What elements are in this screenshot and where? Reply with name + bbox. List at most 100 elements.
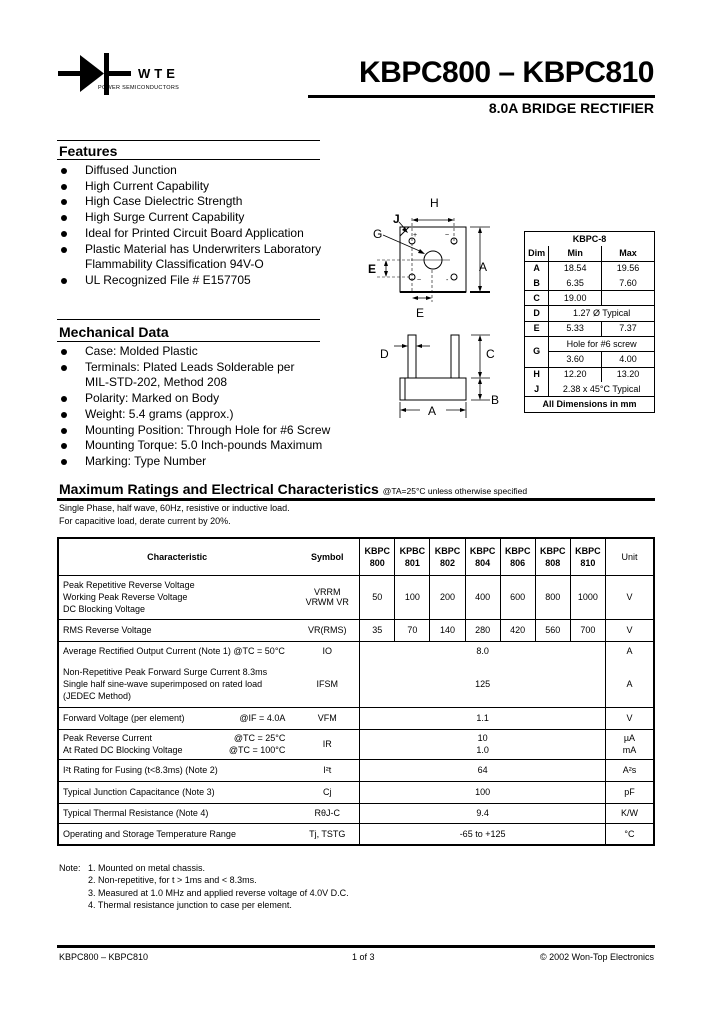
row-characteristic: Typical Junction Capacitance (Note 3) (58, 781, 296, 804)
row-value: 600 (499, 575, 536, 620)
table-row: Operating and Storage Temperature Range T… (58, 823, 654, 846)
page-subtitle: 8.0A BRIDGE RECTIFIER (488, 100, 654, 116)
row-condition: @IF = 4.0A (239, 713, 286, 723)
top-view-body (399, 226, 467, 293)
note-item: 4. Thermal resistance junction to case p… (88, 899, 292, 910)
row-symbol: IR (295, 729, 360, 760)
label-h: H (430, 196, 439, 210)
features-item: Ideal for Printed Circuit Board Applicat… (59, 226, 321, 242)
dim-max: 13.20 (601, 366, 655, 382)
dim-package: KBPC-8 (572, 233, 607, 244)
side-lead-left (407, 334, 417, 379)
row-value: 9.4 (359, 803, 606, 824)
row-value: -65 to +125 (359, 823, 606, 846)
row-value: 100 (394, 575, 430, 620)
row-symbol: IFSM (295, 661, 360, 708)
features-item: High Surge Current Capability (59, 210, 321, 226)
row-value: 800 (534, 575, 571, 620)
dim-label: J (534, 383, 540, 394)
label-b: B (491, 393, 499, 407)
row-unit: °C (604, 823, 654, 846)
row-symbol: VR(RMS) (295, 619, 360, 642)
dim-note: Hole for #6 screw (548, 336, 655, 352)
side-lead-right (450, 334, 460, 379)
table-row: I²t Rating for Fusing (t<8.3ms) (Note 2)… (58, 759, 654, 782)
row-unit: V (604, 707, 654, 730)
ratings-note-2: For capacitive load, derate current by 2… (59, 516, 231, 526)
row-value: 1.1 (359, 707, 606, 730)
mechanical-item: Polarity: Marked on Body (59, 391, 330, 407)
features-item: High Current Capability (59, 179, 321, 195)
table-row: Peak Reverse Current @TC = 25°C At Rated D… (58, 729, 654, 760)
row-value: 70 (394, 619, 430, 642)
table-row: Typical Thermal Resistance (Note 4) RθJ-C… (58, 803, 654, 824)
dim-min: 3.60 (548, 351, 602, 368)
row-condition: @TC = 25°C (233, 733, 286, 743)
footer-page-number: 1 of 3 (352, 952, 375, 962)
page-title: KBPC800 – KBPC810 (359, 56, 654, 89)
row-characteristic: Non-Repetitive Peak Forward Surge Curren… (58, 661, 296, 708)
table-row: Peak Repetitive Reverse Voltage Working P… (58, 575, 654, 620)
dim-header-max: Max (601, 246, 655, 262)
header-unit: Unit (604, 538, 654, 576)
row-symbol: RθJ-C (295, 803, 360, 824)
note-item: 3. Measured at 1.0 MHz and applied rever… (88, 887, 349, 898)
dimension-table: KBPC-8 Dim Min Max A 18.54 19.56 B 6.35 7.60 C… (524, 231, 655, 413)
dim-row: E 5.33 7.37 (524, 320, 655, 337)
dim-header-min: Min (548, 246, 602, 262)
dim-row: J 2.38 x 45°C Typical (525, 381, 655, 397)
header-part-number: KBPC 804 (464, 538, 501, 576)
row-value: 200 (429, 575, 466, 620)
row-unit: V (604, 619, 654, 642)
header-part-number: KPBC 801 (394, 538, 430, 576)
dim-label: G (524, 336, 549, 368)
dim-min: 19.00 (548, 290, 602, 306)
dim-label: B (533, 277, 540, 288)
ratings-note-1: Single Phase, half wave, 60Hz, resistive… (59, 503, 290, 513)
svg-text:+: + (413, 232, 417, 239)
dim-max: 7.37 (601, 320, 655, 337)
mechanical-item: Terminals: Plated Leads Solderable per MI… (59, 360, 330, 391)
ratings-condition: @TA=25°C unless otherwise specified (382, 486, 528, 496)
note-label: Note: (59, 863, 81, 873)
features-item: Plastic Material has Underwriters Labora… (59, 242, 321, 273)
dim-row: A 18.54 19.56 (524, 260, 655, 276)
dim-label: D (524, 305, 549, 322)
row-unit: A (604, 641, 654, 661)
dim-max: 19.56 (601, 260, 655, 276)
row-value: 420 (499, 619, 536, 642)
dim-min: 5.33 (548, 320, 602, 337)
mechanical-rule-bottom (57, 341, 320, 342)
dim-note: 1.27 Ø Typical (548, 305, 655, 322)
footer-left: KBPC800 – KBPC810 (59, 952, 149, 962)
row-value: 125 (359, 661, 606, 708)
package-diagram: + ~ ~ - H J G E A E D C B A (368, 196, 499, 418)
mechanical-item: Mounting Torque: 5.0 Inch-pounds Maximum (59, 438, 330, 454)
features-title: Features (59, 143, 118, 159)
features-item: Diffused Junction (59, 163, 321, 179)
ratings-divider (57, 498, 655, 501)
row-unit: A²s (604, 759, 654, 782)
dim-min: 6.35 (548, 275, 602, 291)
footer-divider (57, 945, 655, 948)
mechanical-list: Case: Molded Plastic Terminals: Plated Le… (59, 344, 330, 470)
row-characteristic: Forward Voltage (per element) @IF = 4.0A (58, 707, 296, 730)
row-unit: pF (604, 781, 654, 804)
ratings-title: Maximum Ratings and Electrical Character… (59, 481, 527, 497)
row-symbol: VRRM VRWM VR (295, 575, 360, 620)
dim-label: C (524, 290, 549, 306)
row-value: 1000 (569, 575, 606, 620)
mechanical-item: Weight: 5.4 grams (approx.) (59, 407, 330, 423)
dim-max (601, 290, 655, 306)
row-characteristic: Peak Repetitive Reverse Voltage Working P… (58, 575, 296, 620)
features-rule-top (57, 140, 320, 141)
features-item: High Case Dielectric Strength (59, 194, 321, 210)
dim-note: 2.38 x 45°C Typical (548, 381, 655, 397)
mechanical-title: Mechanical Data (59, 324, 169, 340)
table-row: RMS Reverse Voltage VR(RMS) 35 70 140 280 420 5… (58, 619, 654, 642)
row-value: 560 (534, 619, 571, 642)
features-list: Diffused Junction High Current Capability… (59, 163, 321, 289)
header-part-number: KBPC 800 (359, 538, 395, 576)
label-c: C (486, 347, 495, 361)
dim-min: 18.54 (548, 260, 602, 276)
